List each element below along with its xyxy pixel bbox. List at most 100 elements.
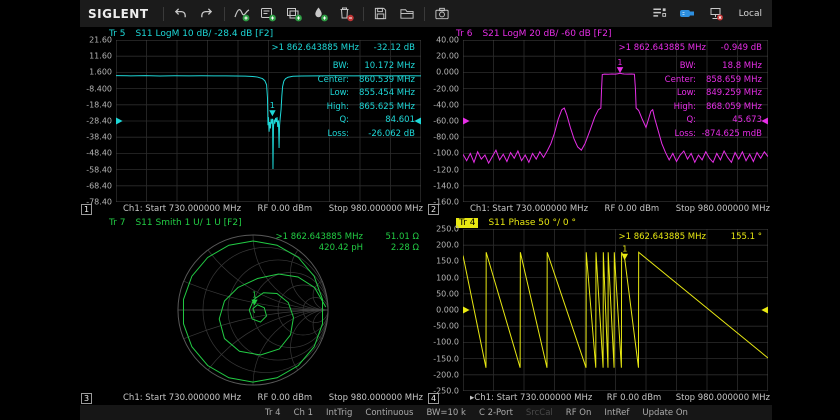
stat-row: Q:45.673 bbox=[665, 114, 762, 128]
reference-level-arrow bbox=[463, 117, 470, 124]
trace-label-active[interactable]: Tr 4 bbox=[456, 218, 478, 228]
bandwidth-stats: BW:10.172 MHzCenter:860.539 MHzLow:855.4… bbox=[318, 60, 415, 141]
window-4-header: Tr 4 S11 Phase 50 °/ 0 ° bbox=[427, 216, 772, 229]
plot-area[interactable]: 1 >1 862.643885 MHz-32.12 dB BW:10.172 M… bbox=[116, 40, 421, 202]
y-axis-tick-label: -20.00 bbox=[433, 84, 459, 93]
window-2-header: Tr 6 S21 LogM 20 dB/ -60 dB [F2] bbox=[427, 27, 772, 40]
recall-icon[interactable] bbox=[398, 6, 416, 22]
status-item-rf-on[interactable]: RF On bbox=[566, 408, 592, 418]
y-axis-tick-label: -100.0 bbox=[433, 149, 459, 158]
status-item-inttrig[interactable]: IntTrig bbox=[326, 408, 352, 418]
toolbar-right-group: Local bbox=[651, 6, 766, 22]
undo-icon[interactable] bbox=[172, 6, 190, 22]
toolbar-separator bbox=[224, 7, 225, 21]
y-axis-tick-label: 0.000 bbox=[436, 68, 459, 77]
status-bar: Tr 4 Ch 1 IntTrig Continuous BW=10 k C 2-Port… bbox=[80, 405, 772, 420]
status-item-srccal[interactable]: SrcCal bbox=[526, 408, 553, 418]
stop-frequency-label: Stop 980.000000 MHz bbox=[329, 204, 423, 214]
lan-error-icon[interactable] bbox=[707, 6, 725, 22]
start-frequency-label: ▸Ch1: Start 730.000000 MHz bbox=[470, 393, 592, 403]
y-axis-tick-label: 100.0 bbox=[436, 273, 459, 282]
window-4-footer: 4 ▸Ch1: Start 730.000000 MHz RF 0.00 dBm… bbox=[427, 391, 772, 405]
window-2-footer: 2 Ch1: Start 730.000000 MHz RF 0.00 dBm … bbox=[427, 202, 772, 216]
reference-level-arrow bbox=[463, 306, 470, 313]
y-axis-tick-label: 21.60 bbox=[89, 36, 112, 45]
marker-readout: >1 862.643885 MHz51.01 Ω 420.42 pH2.28 Ω bbox=[276, 232, 420, 253]
stop-frequency-label: Stop 980.000000 MHz bbox=[329, 393, 423, 403]
toolbar-separator bbox=[163, 7, 164, 21]
y-axis-tick-label: -60.00 bbox=[433, 117, 459, 126]
window-2-s21-logm[interactable]: Tr 6 S21 LogM 20 dB/ -60 dB [F2] 40.0020… bbox=[427, 27, 772, 216]
y-axis-tick-label: -140.0 bbox=[433, 181, 459, 190]
window-3-footer: 3 Ch1: Start 730.000000 MHz RF 0.00 dBm … bbox=[80, 391, 425, 405]
delete-icon[interactable] bbox=[337, 6, 355, 22]
y-axis-tick-label: -68.40 bbox=[86, 181, 112, 190]
add-trace-icon[interactable] bbox=[233, 6, 251, 22]
add-channel-icon[interactable] bbox=[285, 6, 303, 22]
rf-power-label: RF 0.00 dBm bbox=[605, 204, 660, 214]
y-axis-tick-label: -50.00 bbox=[433, 322, 459, 331]
reference-level-arrow bbox=[761, 306, 768, 313]
smith-plot-area[interactable]: 1 >1 862.643885 MHz51.01 Ω 420.42 pH2.28… bbox=[80, 229, 425, 391]
y-axis-tick-label: 50.00 bbox=[436, 289, 459, 298]
y-axis-labels: 40.0020.000.000-20.00-40.00-60.00-80.00-… bbox=[427, 40, 463, 202]
add-trace-window-icon[interactable] bbox=[259, 6, 277, 22]
stat-row: Center:858.659 MHz bbox=[665, 74, 762, 88]
marker-number: 1 bbox=[251, 291, 256, 300]
status-item-continuous[interactable]: Continuous bbox=[365, 408, 413, 418]
plot-area[interactable]: 1 >1 862.643885 MHz-0.949 dB BW:18.8 MHz… bbox=[463, 40, 768, 202]
status-item-ch-1[interactable]: Ch 1 bbox=[294, 408, 313, 418]
status-item-bw-10-k[interactable]: BW=10 k bbox=[426, 408, 466, 418]
status-item-c-2-port[interactable]: C 2-Port bbox=[479, 408, 513, 418]
save-icon[interactable] bbox=[372, 6, 390, 22]
trace-format-label: S21 LogM 20 dB/ -60 dB [F2] bbox=[482, 29, 611, 39]
usb-icon[interactable] bbox=[679, 6, 697, 22]
trace-label[interactable]: Tr 7 bbox=[109, 218, 125, 228]
top-toolbar: SIGLENT Local bbox=[80, 0, 772, 27]
marker-readout: >1 862.643885 MHz-32.12 dB bbox=[272, 43, 416, 53]
stat-row: BW:10.172 MHz bbox=[318, 60, 415, 74]
marker-triangle[interactable] bbox=[622, 254, 629, 260]
window-3-smith-chart[interactable]: Tr 7 S11 Smith 1 U/ 1 U [F2] 1 >1 862.64… bbox=[80, 216, 425, 405]
stat-row: High:868.059 MHz bbox=[665, 101, 762, 115]
y-axis-tick-label: -38.40 bbox=[86, 133, 112, 142]
start-frequency-label: Ch1: Start 730.000000 MHz bbox=[470, 204, 588, 214]
marker-triangle[interactable] bbox=[269, 110, 276, 116]
y-axis-tick-label: 150.0 bbox=[436, 257, 459, 266]
marker-readout: >1 862.643885 MHz155.1 ° bbox=[619, 232, 763, 242]
trace-windows-grid: Tr 5 S11 LogM 10 dB/ -28.4 dB [F2] 21.60… bbox=[80, 27, 772, 405]
y-axis-tick-label: -58.40 bbox=[86, 165, 112, 174]
rf-power-label: RF 0.00 dBm bbox=[607, 393, 662, 403]
status-item-tr-4[interactable]: Tr 4 bbox=[265, 408, 281, 418]
y-axis-tick-label: -80.00 bbox=[433, 133, 459, 142]
y-axis-tick-label: 250.0 bbox=[436, 225, 459, 234]
y-axis-tick-label: -78.40 bbox=[86, 198, 112, 207]
y-axis-tick-label: -28.40 bbox=[86, 117, 112, 126]
redo-icon[interactable] bbox=[198, 6, 216, 22]
stop-frequency-label: Stop 980.000000 MHz bbox=[676, 204, 770, 214]
stat-row: Q:84.601 bbox=[318, 114, 415, 128]
window-1-s11-logm[interactable]: Tr 5 S11 LogM 10 dB/ -28.4 dB [F2] 21.60… bbox=[80, 27, 425, 216]
bandwidth-stats: BW:18.8 MHzCenter:858.659 MHzLow:849.259… bbox=[665, 60, 762, 141]
window-layout-icon[interactable] bbox=[651, 6, 669, 22]
toolbar-separator bbox=[424, 7, 425, 21]
local-mode-label[interactable]: Local bbox=[739, 9, 762, 19]
status-item-update-on[interactable]: Update On bbox=[642, 408, 688, 418]
window-number-box[interactable]: 3 bbox=[81, 393, 92, 404]
window-4-s11-phase[interactable]: Tr 4 S11 Phase 50 °/ 0 ° 250.0200.0150.0… bbox=[427, 216, 772, 405]
y-axis-tick-label: 20.00 bbox=[436, 52, 459, 61]
screenshot-icon[interactable] bbox=[433, 6, 451, 22]
stat-row: Low:849.259 MHz bbox=[665, 87, 762, 101]
y-axis-tick-label: 1.600 bbox=[89, 68, 112, 77]
window-1-footer: 1 Ch1: Start 730.000000 MHz RF 0.00 dBm … bbox=[80, 202, 425, 216]
add-marker-icon[interactable] bbox=[311, 6, 329, 22]
y-axis-tick-label: -120.0 bbox=[433, 165, 459, 174]
stop-frequency-label: Stop 980.000000 MHz bbox=[676, 393, 770, 403]
vna-screen: SIGLENT Local Tr 5 S11 LogM 10 dB/ -28.4… bbox=[80, 0, 772, 420]
stat-row: BW:18.8 MHz bbox=[665, 60, 762, 74]
reference-level-arrow bbox=[761, 117, 768, 124]
plot-area[interactable]: 1 >1 862.643885 MHz155.1 ° bbox=[463, 229, 768, 391]
y-axis-tick-label: 11.60 bbox=[89, 52, 112, 61]
start-frequency-label: Ch1: Start 730.000000 MHz bbox=[123, 393, 241, 403]
status-item-intref[interactable]: IntRef bbox=[604, 408, 629, 418]
